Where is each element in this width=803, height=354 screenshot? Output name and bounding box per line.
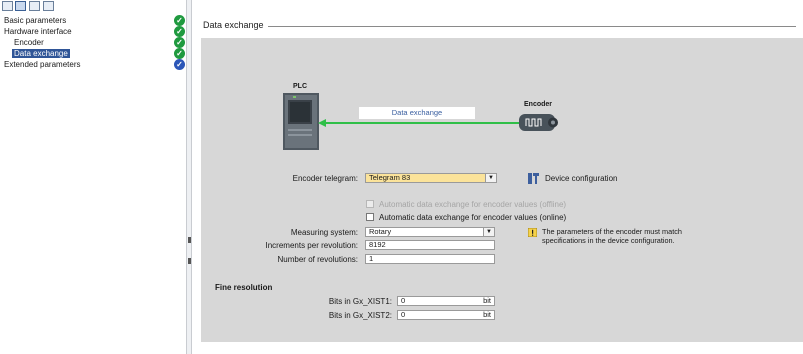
section-divider	[268, 26, 796, 27]
bits-xist1-label: Bits in Gx_XIST1:	[328, 297, 392, 306]
list-view-icon[interactable]	[43, 1, 54, 11]
pane-splitter[interactable]	[186, 0, 192, 354]
bits-xist2-unit: bit	[483, 310, 491, 319]
encoder-telegram-select[interactable]: Telegram 83 ▼	[365, 173, 497, 183]
auto-exchange-offline-label: Automatic data exchange for encoder valu…	[379, 200, 567, 209]
expand-icon[interactable]	[2, 1, 13, 11]
info-check-icon: ✓	[174, 59, 185, 70]
measuring-system-label: Measuring system:	[290, 228, 358, 237]
auto-exchange-online-checkbox[interactable]	[366, 213, 374, 221]
encoder-warning-text: The parameters of the encoder must match…	[542, 227, 682, 245]
chevron-down-icon[interactable]: ▼	[485, 174, 496, 182]
auto-exchange-online-label: Automatic data exchange for encoder valu…	[379, 213, 567, 222]
nav-item-hardware-interface[interactable]: Hardware interface	[2, 26, 188, 37]
auto-exchange-offline-checkbox[interactable]	[366, 200, 374, 208]
nav-item-data-exchange[interactable]: Data exchange	[12, 48, 198, 59]
bits-xist2-input[interactable]: 0 bit	[397, 310, 495, 320]
folder-icon[interactable]	[29, 1, 40, 11]
device-configuration-link[interactable]: Device configuration	[545, 174, 617, 183]
plc-device-icon	[283, 93, 319, 150]
section-title: Data exchange	[203, 20, 264, 30]
encoder-telegram-label: Encoder telegram:	[292, 174, 358, 183]
number-of-revolutions-input[interactable]: 1	[365, 254, 495, 264]
nav-item-basic-parameters[interactable]: Basic parameters	[2, 15, 188, 26]
increments-per-revolution-label: Increments per revolution:	[265, 241, 359, 250]
plc-label: PLC	[293, 83, 307, 90]
increments-per-revolution-input[interactable]: 8192	[365, 240, 495, 250]
view-toggle-icon[interactable]	[15, 1, 26, 11]
ok-check-icon: ✓	[174, 15, 185, 26]
ok-check-icon: ✓	[174, 37, 185, 48]
bits-xist2-label: Bits in Gx_XIST2:	[328, 311, 392, 320]
fine-resolution-title: Fine resolution	[215, 283, 273, 292]
navigation-pane: Basic parameters ✓ Hardware interface ✓ …	[0, 0, 185, 354]
number-of-revolutions-label: Number of revolutions:	[277, 255, 358, 264]
splitter-grip-icon[interactable]	[188, 258, 191, 264]
measuring-system-select[interactable]: Rotary ▼	[365, 227, 495, 237]
chevron-down-icon[interactable]: ▼	[483, 228, 494, 236]
warning-icon	[528, 228, 537, 237]
data-exchange-panel	[201, 38, 803, 342]
splitter-grip-icon[interactable]	[188, 237, 191, 243]
data-exchange-link-label: Data exchange	[359, 107, 475, 119]
ok-check-icon: ✓	[174, 48, 185, 59]
bits-xist1-unit: bit	[483, 296, 491, 305]
encoder-device-icon	[519, 114, 558, 131]
ok-check-icon: ✓	[174, 26, 185, 37]
bits-xist1-input[interactable]: 0 bit	[397, 296, 495, 306]
nav-item-encoder[interactable]: Encoder	[12, 37, 198, 48]
device-configuration-icon[interactable]	[528, 173, 539, 184]
encoder-label: Encoder	[524, 101, 553, 108]
nav-item-extended-parameters[interactable]: Extended parameters	[2, 59, 188, 70]
